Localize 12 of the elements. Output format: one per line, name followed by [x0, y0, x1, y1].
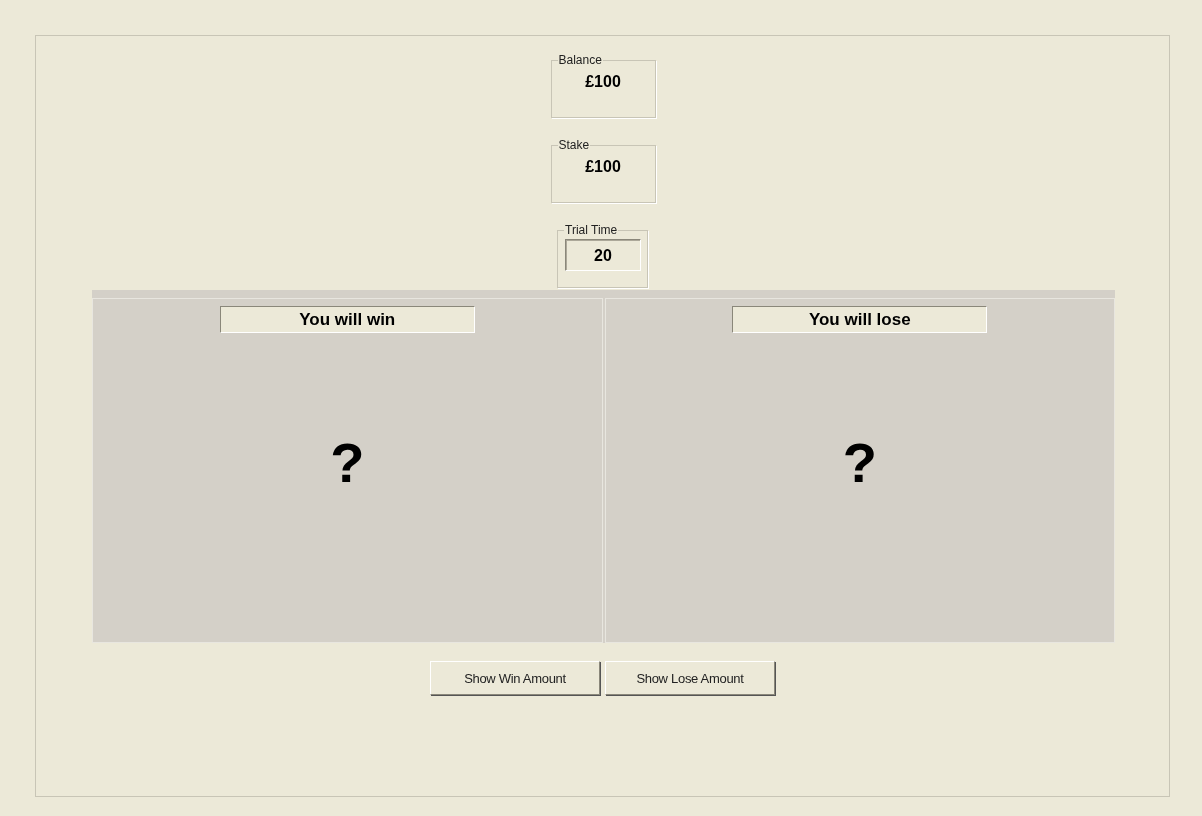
group-label: Trial Time	[564, 223, 619, 237]
hidden-amount: ?	[842, 433, 877, 493]
balance-value: £100	[584, 72, 622, 91]
panel-title: You will lose	[732, 306, 988, 333]
stake-value: £100	[584, 157, 622, 176]
show-amount-button[interactable]: Show Lose Amount	[605, 661, 775, 695]
group-label: Stake	[557, 138, 591, 152]
time-field: 20	[565, 239, 641, 271]
panel-title: You will win	[219, 306, 475, 333]
show-amount-button[interactable]: Show Win Amount	[430, 661, 600, 695]
group-label: Balance	[557, 53, 603, 67]
hidden-amount: ?	[330, 433, 365, 493]
